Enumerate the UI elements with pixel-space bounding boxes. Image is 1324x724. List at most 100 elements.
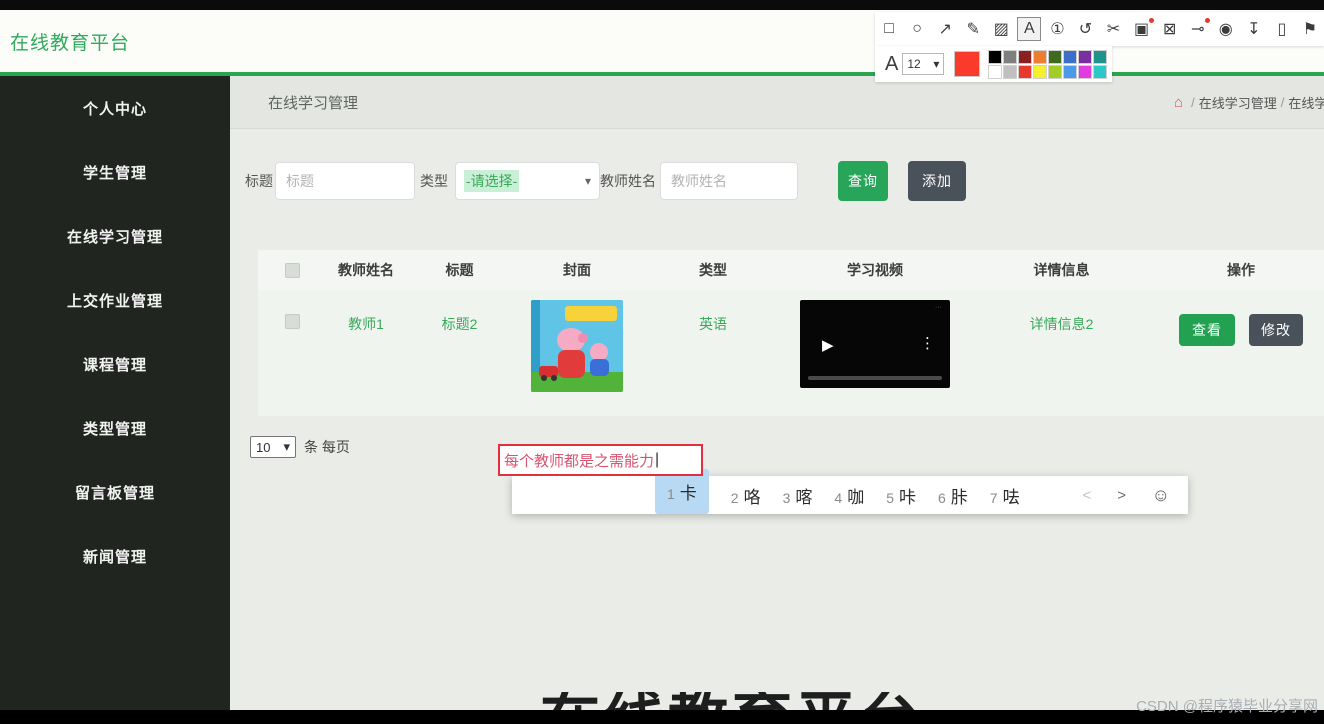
text-tool-button[interactable]: A [1017,17,1042,41]
ime-candidate-bar: 1 卡 2 咯 3 喀 4 咖 5 咔 6 胩 7 呿 < > ☺ [512,468,1188,514]
pencil-tool-button[interactable]: ✎ [961,17,985,41]
device-button[interactable]: ▯ [1270,17,1294,41]
palette-color[interactable] [1093,49,1108,64]
palette-color[interactable] [988,64,1003,79]
palette-color[interactable] [1093,64,1108,79]
row-checkbox[interactable] [284,314,300,329]
ime-candidate[interactable]: 3 喀 [783,483,813,508]
current-color-swatch[interactable] [954,51,981,77]
col-teacher: 教师姓名 [338,262,394,278]
copy-button[interactable]: ▣ [1130,17,1154,41]
clip-button[interactable]: ✂ [1102,17,1126,41]
candidate-number: 2 [730,489,739,506]
candidate-char: 卡 [679,483,697,503]
font-size-select[interactable]: 12 ▾ [902,53,945,75]
arrow-tool-button[interactable]: ↗ [933,17,957,41]
sidebar-item-personal-center[interactable]: 个人中心 [0,76,230,140]
col-type: 类型 [699,262,727,278]
sidebar-item-message-board[interactable]: 留言板管理 [0,460,230,524]
col-video: 学习视频 [847,262,903,278]
data-table: 教师姓名 标题 封面 类型 学习视频 详情信息 操作 教师1 标题2 英语 ··… [258,250,1324,416]
table-row: 教师1 标题2 英语 ··· ▶ ⋮ 详情信息2 查看 修改 [258,290,1324,416]
ime-candidate[interactable]: 4 咖 [834,483,864,508]
chevron-down-icon: ▾ [933,57,940,71]
font-size-value: 12 [907,57,921,71]
footer-heading: 在线教育平台 [540,692,950,710]
palette-color[interactable] [988,49,1003,64]
title-label: 标题 [245,173,273,189]
ime-nav: < > [1082,487,1126,504]
add-button[interactable]: 添加 [908,161,966,201]
bookmark-button[interactable]: ⚑ [1298,17,1322,41]
select-all-checkbox[interactable] [284,262,300,278]
type-select-value: -请选择- [464,170,520,192]
main-content: 在线学习管理 ⌂ / 在线学习管理 / 在线学习管理 标题 类型 -请选择- ▾… [230,76,1324,710]
play-icon[interactable]: ▶ [822,336,834,354]
palette-color[interactable] [1003,64,1018,79]
ime-candidate[interactable]: 5 咔 [886,483,916,508]
type-select[interactable]: -请选择- ▾ [455,162,600,200]
col-detail: 详情信息 [1033,262,1090,278]
pagination: 10 ▾ 条 每页 [250,436,350,458]
palette-color[interactable] [1063,64,1078,79]
annotation-text-options: A 12 ▾ [875,46,1112,82]
ime-candidate[interactable]: 7 呿 [990,483,1020,508]
video-progress-bar[interactable] [808,376,942,380]
page-size-select[interactable]: 10 ▾ [250,436,296,458]
video-player[interactable]: ··· ▶ ⋮ [800,300,950,388]
sidebar-item-homework-mgmt[interactable]: 上交作业管理 [0,268,230,332]
sidebar: 个人中心 学生管理 在线学习管理 上交作业管理 课程管理 类型管理 留言板管理 … [0,76,230,724]
sidebar-item-course-mgmt[interactable]: 课程管理 [0,332,230,396]
next-page-icon[interactable]: > [1117,487,1126,504]
candidate-number: 4 [834,489,843,506]
palette-color[interactable] [1078,64,1093,79]
palette-color[interactable] [1033,49,1048,64]
record-button[interactable]: ◉ [1214,17,1238,41]
edit-button[interactable]: 修改 [1249,314,1303,346]
prev-page-icon[interactable]: < [1082,487,1091,504]
view-button[interactable]: 查看 [1179,314,1235,346]
sidebar-item-student-mgmt[interactable]: 学生管理 [0,140,230,204]
palette-color[interactable] [1018,49,1033,64]
title-input[interactable] [275,162,415,200]
save-button[interactable]: ↧ [1242,17,1266,41]
candidate-number: 7 [989,489,998,506]
sidebar-item-news-mgmt[interactable]: 新闻管理 [0,524,230,588]
ime-candidate[interactable]: 6 胩 [938,483,968,508]
watermark: CSDN @程序猿毕业分享网 [1136,698,1318,715]
color-palette [988,49,1108,79]
teacher-input[interactable] [660,162,798,200]
ime-candidates: 1 卡 2 咯 3 喀 4 咖 5 咔 6 胩 7 呿 [655,468,1020,514]
rect-tool-button[interactable]: □ [877,17,901,41]
palette-color[interactable] [1003,49,1018,64]
pin-button[interactable]: ⊸ [1186,17,1210,41]
home-icon[interactable]: ⌂ [1174,94,1183,111]
palette-color[interactable] [1048,64,1063,79]
emoji-icon[interactable]: ☺ [1152,485,1170,506]
cell-type: 英语 [699,316,727,332]
screen: 在线教育平台 □ ○ ↗ ✎ ▨ A ① ↺ ✂ ▣ ⊠ ⊸ ◉ ↧ ▯ ⚑ A… [0,0,1324,724]
breadcrumb-separator: / [1280,94,1285,110]
palette-color[interactable] [1018,64,1033,79]
palette-color[interactable] [1063,49,1078,64]
mosaic-tool-button[interactable]: ▨ [989,17,1013,41]
col-cover: 封面 [563,262,591,278]
counter-tool-button[interactable]: ① [1045,17,1069,41]
sidebar-item-type-mgmt[interactable]: 类型管理 [0,396,230,460]
candidate-number: 3 [782,489,791,506]
ellipse-tool-button[interactable]: ○ [905,17,929,41]
kebab-menu-icon[interactable]: ⋮ [920,334,936,352]
palette-color[interactable] [1078,49,1093,64]
scan-button[interactable]: ⊠ [1158,17,1182,41]
sidebar-item-online-learning[interactable]: 在线学习管理 [0,204,230,268]
annotation-text-box[interactable]: 每个教师都是之需能力 | [498,444,703,476]
chevron-down-icon: ▾ [584,174,591,188]
breadcrumb-item[interactable]: 在线学习管理 [1199,93,1277,112]
per-page-label: 条 每页 [304,439,350,455]
query-button[interactable]: 查询 [838,161,888,201]
palette-color[interactable] [1033,64,1048,79]
breadcrumb-item[interactable]: 在线学习管理 [1288,93,1324,112]
palette-color[interactable] [1048,49,1063,64]
ime-candidate[interactable]: 2 咯 [731,483,761,508]
undo-button[interactable]: ↺ [1073,17,1097,41]
